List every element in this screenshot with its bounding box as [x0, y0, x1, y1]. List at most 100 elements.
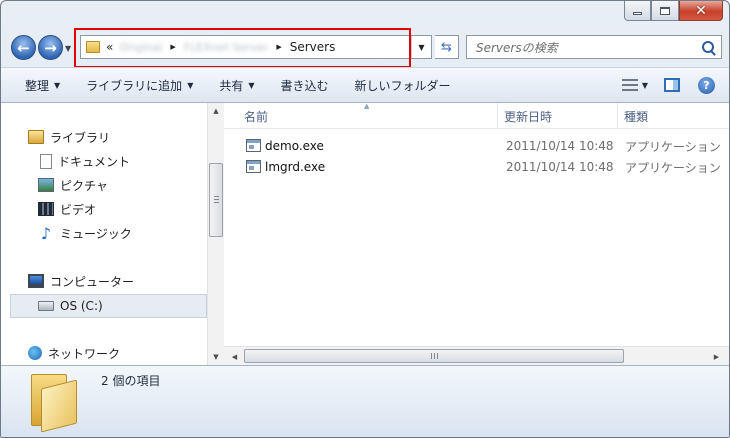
sidebar-item-documents[interactable]: ドキュメント: [38, 150, 130, 172]
sidebar-item-os-drive[interactable]: OS (C:): [38, 295, 103, 317]
sidebar-item-label: ミュージック: [60, 226, 132, 241]
sidebar-item-label: ネットワーク: [48, 346, 121, 361]
back-button[interactable]: ←: [11, 35, 36, 60]
file-name: demo.exe: [265, 139, 324, 153]
file-date: 2011/10/14 10:48: [506, 139, 614, 153]
navigation-pane: ライブラリ ドキュメント ピクチャ ビデオ ♪ ミュージック コンピューター OS…: [1, 103, 207, 365]
scroll-thumb[interactable]: [209, 163, 223, 237]
details-pane: 2 個の項目: [1, 365, 729, 437]
refresh-icon: ⇆: [441, 39, 452, 55]
search-input[interactable]: Serversの検索: [476, 39, 702, 56]
organize-button[interactable]: 整理 ▼: [25, 77, 60, 94]
add-to-library-label: ライブラリに追加: [86, 78, 183, 93]
file-row-demo[interactable]: demo.exe 2011/10/14 10:48 アプリケーション: [224, 136, 729, 156]
library-icon: [28, 130, 44, 144]
minimize-button[interactable]: [624, 1, 651, 21]
sidebar-item-pictures[interactable]: ピクチャ: [38, 174, 108, 196]
music-icon: ♪: [40, 223, 52, 243]
chevron-down-icon[interactable]: ▼: [642, 81, 648, 90]
drive-icon: [38, 301, 54, 311]
close-button[interactable]: ✕: [679, 1, 723, 21]
chevron-down-icon: ▼: [65, 44, 72, 53]
new-folder-button[interactable]: 新しいフォルダー: [355, 77, 451, 94]
help-icon[interactable]: ?: [698, 76, 715, 94]
column-headers: ▲ 名前 更新日時 種類: [224, 102, 729, 129]
address-dropdown-button[interactable]: ▼: [411, 36, 431, 58]
grip-icon: [431, 353, 438, 359]
column-header-type[interactable]: 種類: [618, 103, 729, 129]
forward-button[interactable]: →: [38, 35, 63, 60]
sidebar-item-videos[interactable]: ビデオ: [38, 198, 96, 220]
application-icon: [246, 139, 261, 152]
sidebar-item-music[interactable]: ♪ ミュージック: [38, 222, 132, 244]
close-icon: ✕: [695, 2, 707, 19]
sidebar-item-label: ドキュメント: [58, 154, 131, 169]
sidebar-item-label: ライブラリ: [50, 130, 111, 145]
add-to-library-button[interactable]: ライブラリに追加 ▼: [86, 77, 193, 94]
sidebar-item-network[interactable]: ネットワーク: [28, 342, 120, 364]
folder-icon: [86, 41, 100, 53]
recent-pages-dropdown[interactable]: ▼: [65, 44, 75, 53]
chevron-down-icon: ▼: [248, 80, 255, 90]
scroll-up-icon[interactable]: ▲: [208, 103, 224, 119]
maximize-icon: [660, 6, 670, 15]
file-row-lmgrd[interactable]: lmgrd.exe 2011/10/14 10:48 アプリケーション: [224, 157, 729, 177]
scroll-right-icon[interactable]: ▶: [708, 348, 725, 365]
chevron-down-icon: ▼: [418, 42, 425, 52]
video-icon: [38, 202, 54, 216]
file-type: アプリケーション: [625, 160, 721, 175]
breadcrumb-separator-icon[interactable]: ▶: [170, 43, 175, 51]
column-header-label: 種類: [624, 109, 649, 124]
breadcrumb: « Original ▶ FLEXnet Server ▶ Servers: [106, 40, 335, 54]
sidebar-item-computer[interactable]: コンピューター: [28, 270, 134, 292]
chevron-down-icon: ▼: [187, 80, 194, 90]
minimize-icon: [633, 12, 642, 15]
breadcrumb-item[interactable]: Original: [119, 41, 162, 54]
column-header-label: 更新日時: [504, 109, 553, 124]
share-button[interactable]: 共有 ▼: [219, 77, 254, 94]
burn-button[interactable]: 書き込む: [281, 77, 329, 94]
picture-icon: [38, 178, 54, 192]
folder-icon: [31, 374, 79, 433]
breadcrumb-item[interactable]: FLEXnet Server: [184, 41, 269, 54]
file-type: アプリケーション: [625, 139, 721, 154]
file-name: lmgrd.exe: [265, 160, 326, 174]
scroll-left-icon[interactable]: ◀: [226, 348, 243, 365]
column-header-name[interactable]: 名前: [238, 103, 498, 129]
arrow-left-icon: ←: [17, 38, 30, 57]
search-box[interactable]: Serversの検索: [466, 35, 722, 59]
sidebar-item-label: コンピューター: [50, 274, 135, 289]
folder-front-shape: [41, 379, 77, 433]
explorer-window: ✕ ← → ▼ « Original ▶ FLEXnet Server ▶ Se…: [0, 0, 730, 438]
burn-label: 書き込む: [280, 78, 329, 93]
file-list-scrollbar[interactable]: ◀ ▶: [224, 346, 729, 365]
item-count: 2 個の項目: [101, 374, 161, 388]
preview-pane-icon[interactable]: [664, 78, 680, 92]
maximize-button[interactable]: [651, 1, 679, 21]
share-label: 共有: [219, 78, 244, 93]
search-icon[interactable]: [702, 41, 714, 53]
sidebar-item-label: OS (C:): [60, 299, 103, 313]
scroll-down-icon[interactable]: ▼: [208, 349, 224, 365]
new-folder-label: 新しいフォルダー: [354, 78, 451, 93]
sidebar-item-libraries[interactable]: ライブラリ: [28, 126, 110, 148]
file-list: ▲ 名前 更新日時 種類 demo.exe 2011/10/14 10:48 ア…: [224, 102, 729, 365]
breadcrumb-separator-icon[interactable]: ▶: [276, 43, 281, 51]
refresh-button[interactable]: ⇆: [435, 35, 459, 59]
breadcrumb-current[interactable]: Servers: [290, 40, 336, 54]
arrow-right-icon: →: [44, 38, 57, 57]
computer-icon: [28, 274, 44, 288]
application-icon: [246, 160, 261, 173]
views-icon[interactable]: [621, 79, 638, 91]
file-date: 2011/10/14 10:48: [506, 160, 614, 174]
navigation-pane-scrollbar[interactable]: ▲ ▼: [207, 103, 224, 365]
organize-label: 整理: [25, 78, 50, 93]
network-icon: [28, 346, 42, 360]
view-controls: ▼ ?: [621, 68, 729, 102]
address-bar[interactable]: « Original ▶ FLEXnet Server ▶ Servers ▼: [80, 35, 432, 59]
document-icon: [40, 153, 52, 169]
column-header-date[interactable]: 更新日時: [498, 103, 618, 129]
chevron-down-icon: ▼: [54, 80, 61, 90]
breadcrumb-overflow[interactable]: «: [106, 40, 113, 54]
scroll-thumb[interactable]: [244, 349, 624, 363]
